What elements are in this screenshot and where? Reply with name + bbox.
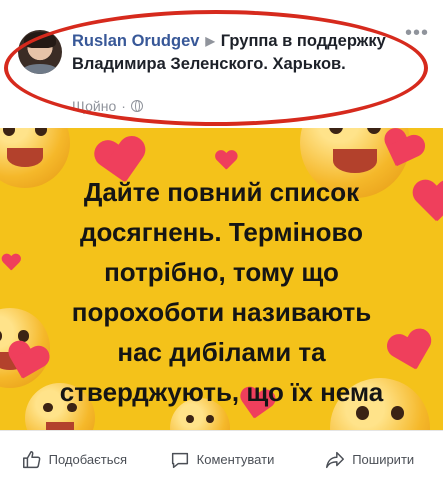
post-header: Ruslan Orudgev ▶ Группа в поддержку Владим… [0, 0, 443, 126]
like-button[interactable]: Подобається [0, 431, 148, 488]
red-highlight-circle [4, 10, 428, 126]
post-image[interactable]: Дайте повний список досягнень. Терміново… [0, 128, 443, 430]
more-options-icon[interactable]: ••• [405, 23, 429, 43]
comment-icon [171, 452, 188, 468]
share-label: Поширити [352, 452, 415, 467]
heart-decoration [215, 151, 237, 172]
post-actions: Подобається Коментувати Поширити [0, 430, 443, 488]
image-caption: Дайте повний список досягнень. Терміново… [59, 177, 384, 407]
comment-label: Коментувати [196, 452, 275, 467]
share-icon [326, 451, 345, 468]
share-button[interactable]: Поширити [295, 431, 443, 488]
like-label: Подобається [48, 452, 128, 467]
comment-button[interactable]: Коментувати [148, 431, 296, 488]
like-icon [22, 450, 41, 468]
